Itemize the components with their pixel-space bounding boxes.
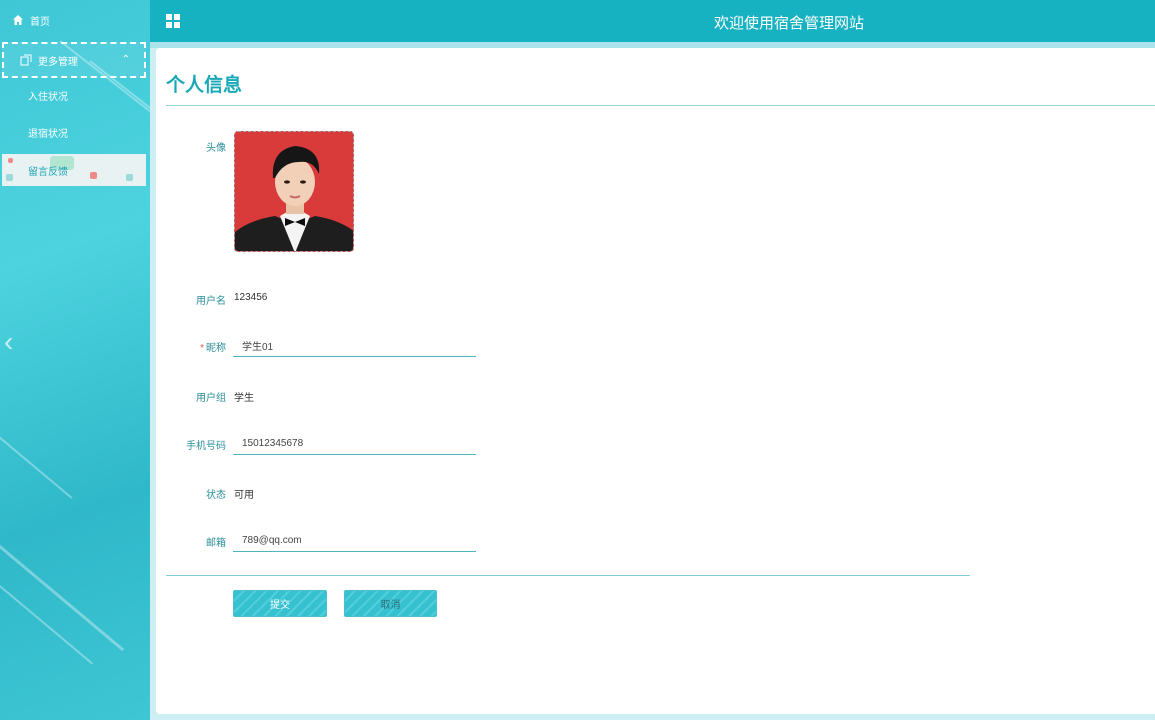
avatar-upload[interactable] [234, 131, 354, 252]
decor-streak [0, 420, 73, 499]
nickname-label: * 昵称 [156, 339, 226, 354]
phone-label: 手机号码 [186, 441, 226, 452]
avatar-label: 头像 [206, 143, 226, 154]
sidebar-item-checkout-status[interactable]: 退宿状况 [0, 121, 150, 143]
title-divider [166, 105, 1155, 106]
email-label: 邮箱 [206, 538, 226, 549]
chevron-up-icon: ⌃ [121, 54, 130, 65]
top-bar: 欢迎使用宿舍管理网站 [150, 0, 1155, 42]
user-group-value: 学生 [234, 393, 254, 404]
submit-button[interactable]: 提交 [233, 590, 327, 617]
form-divider [166, 575, 970, 576]
cancel-button[interactable]: 取消 [344, 590, 437, 617]
username-value: 123456 [234, 292, 268, 303]
decor-dot [8, 158, 13, 163]
nickname-label-text: 昵称 [206, 343, 226, 354]
sidebar-item-feedback[interactable]: 留言反馈 [2, 154, 146, 186]
page-title: 个人信息 [166, 75, 243, 96]
sidebar-item-label: 更多管理 [38, 56, 78, 68]
sidebar-item-label: 退宿状况 [28, 128, 68, 140]
phone-input[interactable] [233, 432, 476, 455]
sidebar-item-label: 首页 [30, 16, 50, 28]
site-title: 欢迎使用宿舍管理网站 [714, 15, 865, 32]
nickname-input[interactable] [233, 334, 476, 357]
decor-dot [90, 172, 97, 179]
sidebar-item-label: 入住状况 [28, 91, 68, 103]
status-value: 可用 [234, 490, 254, 501]
home-icon [13, 15, 23, 25]
copy-icon [20, 54, 32, 66]
email-input[interactable] [233, 529, 476, 552]
user-group-label: 用户组 [196, 393, 226, 404]
sidebar-item-label: 留言反馈 [28, 166, 68, 178]
required-marker: * [200, 343, 204, 354]
decor-dot [126, 174, 133, 181]
grid-icon[interactable] [166, 14, 180, 28]
main-panel: 个人信息 头像 用户名 123456 *昵称 用户组 [156, 48, 1155, 714]
status-label: 状态 [206, 490, 226, 501]
decor-dot [6, 174, 13, 181]
sidebar-item-more-management[interactable]: 更多管理 ⌃ [2, 42, 146, 78]
chevron-left-icon[interactable]: ‹ [4, 326, 13, 358]
sidebar-item-home[interactable]: 首页 [0, 8, 150, 32]
sidebar-item-checkin-status[interactable]: 入住状况 [0, 84, 150, 106]
avatar-photo [235, 132, 353, 251]
decor-streak [0, 520, 125, 652]
username-label: 用户名 [196, 296, 226, 307]
sidebar: 首页 更多管理 ⌃ 入住状况 退宿状况 留言反馈 ‹ [0, 0, 150, 720]
